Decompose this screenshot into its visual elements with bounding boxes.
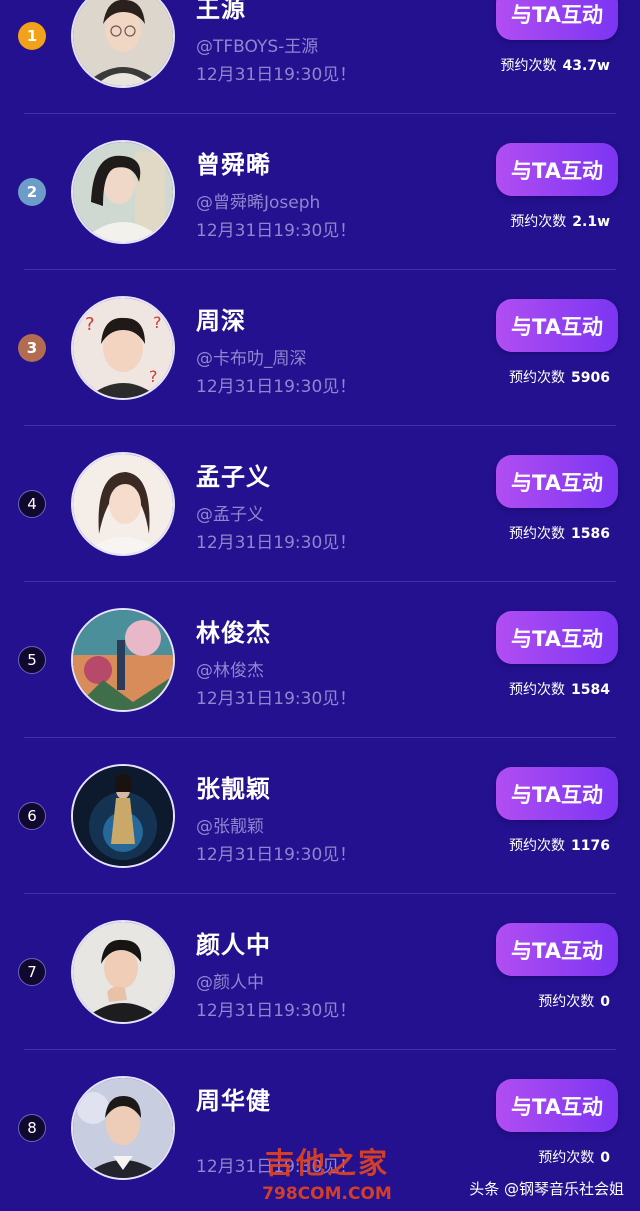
- star-handle: @TFBOYS-王源: [196, 37, 319, 57]
- live-time: 12月31日19:30见！: [196, 533, 357, 553]
- list-item: 4 孟子义 @孟子义 12月31日19:30见！ 与TA互动 预约次数 1586: [0, 426, 640, 582]
- appointment-label: 预约次数: [509, 526, 566, 542]
- avatar-image: [73, 1078, 173, 1178]
- live-time: 12月31日19:30见！: [196, 845, 357, 865]
- live-time: 12月31日19:30见！: [196, 221, 357, 241]
- rank-badge: 7: [18, 958, 46, 986]
- interact-button[interactable]: 与TA互动: [496, 923, 618, 976]
- appointment-count: 预约次数 5906: [509, 367, 610, 387]
- star-name: 周深: [196, 307, 246, 335]
- svg-text:?: ?: [149, 367, 158, 386]
- appointment-label: 预约次数: [538, 994, 595, 1010]
- appointment-value: 1584: [571, 682, 610, 698]
- rank-badge: 5: [18, 646, 46, 674]
- interact-button[interactable]: 与TA互动: [496, 767, 618, 820]
- appointment-value: 1586: [571, 526, 610, 542]
- list-item: 2 曾舜晞 @曾舜晞Joseph 12月31日19:30见！ 与TA互动 预约次…: [0, 114, 640, 270]
- avatar-image: [73, 610, 173, 710]
- list-item: 7 颜人中 @颜人中 12月31日19:30见！ 与TA互动 预约次数 0: [0, 894, 640, 1050]
- live-time: 12月31日19:30见！: [196, 1157, 357, 1177]
- svg-text:?: ?: [153, 313, 162, 332]
- star-handle: @颜人中: [196, 973, 264, 993]
- list-item: 5 林俊杰 @林俊杰 12月31日19:30见！ 与TA互动 预约次数 1584: [0, 582, 640, 738]
- avatar[interactable]: [71, 764, 175, 868]
- live-time: 12月31日19:30见！: [196, 1001, 357, 1021]
- avatar[interactable]: ? ? ?: [71, 296, 175, 400]
- appointment-value: 0: [600, 1150, 610, 1166]
- avatar[interactable]: [71, 140, 175, 244]
- appointment-value: 1176: [571, 838, 610, 854]
- appointment-label: 预约次数: [500, 58, 557, 74]
- star-name: 曾舜晞: [196, 151, 271, 179]
- avatar-image: [73, 922, 173, 1022]
- appointment-count: 预约次数 1586: [509, 523, 610, 543]
- appointment-value: 0: [600, 994, 610, 1010]
- interact-button[interactable]: 与TA互动: [496, 611, 618, 664]
- appointment-value: 43.7w: [562, 58, 610, 74]
- rank-badge: 1: [18, 22, 46, 50]
- interact-button[interactable]: 与TA互动: [496, 1079, 618, 1132]
- svg-text:?: ?: [85, 314, 95, 335]
- appointment-count: 预约次数 1584: [509, 679, 610, 699]
- avatar[interactable]: [71, 452, 175, 556]
- avatar-image: [73, 0, 173, 86]
- avatar[interactable]: [71, 1076, 175, 1180]
- star-handle: @曾舜晞Joseph: [196, 193, 321, 213]
- list-item: 1 王源 @TFBOYS-王源 12月31日19:30见！ 与TA互动 预约次数…: [0, 0, 640, 114]
- ranking-list: 1 王源 @TFBOYS-王源 12月31日19:30见！ 与TA互动 预约次数…: [0, 0, 640, 1206]
- star-name: 颜人中: [196, 931, 271, 959]
- live-time: 12月31日19:30见！: [196, 689, 357, 709]
- avatar[interactable]: [71, 0, 175, 88]
- avatar-image: [73, 142, 173, 242]
- avatar-image: [73, 766, 173, 866]
- rank-badge: 3: [18, 334, 46, 362]
- interact-button[interactable]: 与TA互动: [496, 143, 618, 196]
- appointment-count: 预约次数 2.1w: [510, 211, 610, 231]
- avatar-image: [73, 454, 173, 554]
- source-attribution: 头条 @钢琴音乐社会姐: [469, 1180, 624, 1198]
- star-name: 林俊杰: [196, 619, 271, 647]
- rank-badge: 2: [18, 178, 46, 206]
- avatar-image: ? ? ?: [73, 298, 173, 398]
- appointment-label: 预约次数: [509, 370, 566, 386]
- rank-badge: 8: [18, 1114, 46, 1142]
- list-item: 3 ? ? ? 周深 @卡布叻_周深 12月31日19:30见！ 与TA互动 预…: [0, 270, 640, 426]
- appointment-count: 预约次数 1176: [509, 835, 610, 855]
- rank-badge: 4: [18, 490, 46, 518]
- rank-badge: 6: [18, 802, 46, 830]
- star-handle: @卡布叻_周深: [196, 349, 307, 369]
- appointment-value: 2.1w: [572, 214, 610, 230]
- live-time: 12月31日19:30见！: [196, 377, 357, 397]
- interact-button[interactable]: 与TA互动: [496, 299, 618, 352]
- appointment-label: 预约次数: [510, 214, 567, 230]
- star-name: 王源: [196, 0, 246, 23]
- interact-button[interactable]: 与TA互动: [496, 0, 618, 40]
- star-name: 孟子义: [196, 463, 271, 491]
- star-name: 张靓颖: [196, 775, 271, 803]
- star-name: 周华健: [196, 1087, 271, 1115]
- appointment-count: 预约次数 0: [538, 1147, 610, 1167]
- appointment-count: 预约次数 0: [538, 991, 610, 1011]
- interact-button[interactable]: 与TA互动: [496, 455, 618, 508]
- live-time: 12月31日19:30见！: [196, 65, 357, 85]
- appointment-label: 预约次数: [538, 1150, 595, 1166]
- appointment-count: 预约次数 43.7w: [501, 55, 610, 75]
- list-item: 6 张靓颖 @张靓颖 12月31日19:30见！ 与TA互动 预约次数 1176: [0, 738, 640, 894]
- star-handle: @林俊杰: [196, 661, 264, 681]
- appointment-label: 预约次数: [509, 838, 566, 854]
- appointment-label: 预约次数: [509, 682, 566, 698]
- avatar[interactable]: [71, 920, 175, 1024]
- avatar[interactable]: [71, 608, 175, 712]
- star-handle: @张靓颖: [196, 817, 264, 837]
- appointment-value: 5906: [571, 370, 610, 386]
- star-handle: @孟子义: [196, 505, 264, 525]
